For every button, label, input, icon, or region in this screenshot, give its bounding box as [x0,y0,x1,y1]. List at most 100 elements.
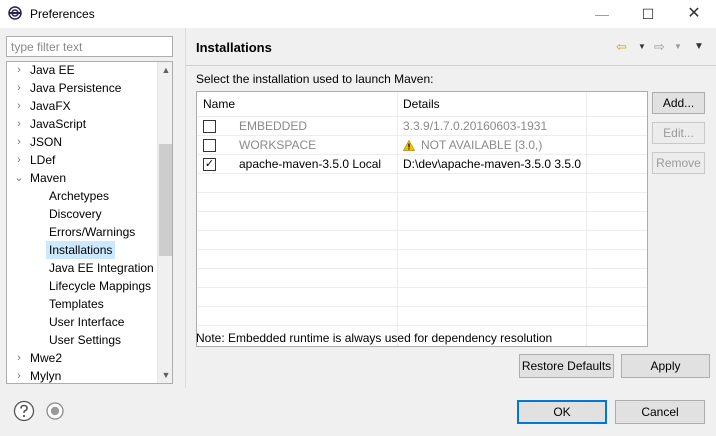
scroll-up-arrow-icon[interactable]: ▲ [158,62,172,78]
table-row[interactable]: EMBEDDED 3.3.9/1.7.0.20160603-1931 [197,117,647,136]
preference-tree-pane: › Java EE › Java Persistence › JavaFX › JavaScr… [0,28,185,388]
note-label: Note: Embedded runtime is always used fo… [196,331,553,345]
tree-item[interactable]: Installations [7,241,155,259]
tree-item[interactable]: User Interface [7,313,155,331]
remove-button[interactable]: Remove [652,152,705,174]
tree-item[interactable]: Lifecycle Mappings [7,277,155,295]
tree-item-label: LDef [30,153,56,167]
table-row[interactable]: ✓ apache-maven-3.5.0 Local D:\dev\apache-m… [197,155,647,174]
back-arrow-icon[interactable]: ⇦ [616,38,627,56]
tree-item[interactable]: › Java Persistence [7,79,155,97]
back-dropdown-icon[interactable]: ▼ [638,38,646,56]
expand-chevron-icon[interactable]: › [14,115,24,133]
row-gridline [197,268,647,269]
tree-item[interactable]: Templates [7,295,155,313]
column-header-name[interactable]: Name [197,92,235,116]
installation-name: WORKSPACE [239,138,317,152]
tree-item-label: JSON [30,135,63,149]
close-button[interactable]: ✕ [676,0,712,28]
preference-tree[interactable]: › Java EE › Java Persistence › JavaFX › JavaScr… [6,61,173,384]
tree-item[interactable]: Discovery [7,205,155,223]
tree-item[interactable]: Errors/Warnings [7,223,155,241]
tree-item[interactable]: ⌄ Maven [7,169,155,187]
tree-item-label: Installations [46,241,116,259]
row-gridline [197,211,647,212]
tree-item-label: Errors/Warnings [49,225,136,239]
tree-item[interactable]: › JavaScript [7,115,155,133]
tree-item-label: Java Persistence [30,81,122,95]
expand-chevron-icon[interactable]: › [14,151,24,169]
maximize-button[interactable]: ☐ [630,0,666,28]
tree-item-label: Discovery [49,207,102,221]
tree-scrollbar[interactable]: ▲ ▼ [157,62,172,383]
column-header-details[interactable]: Details [397,92,440,116]
ok-button[interactable]: OK [517,400,607,424]
tree-item[interactable]: › Mwe2 [7,349,155,367]
view-menu-icon[interactable]: ▼ [694,38,704,56]
title-divider [186,65,716,66]
row-checkbox[interactable]: ✓ [203,158,216,171]
title-bar: Preferences — ☐ ✕ [0,0,716,28]
tree-item[interactable]: › Java EE [7,62,155,79]
installation-details: 3.3.9/1.7.0.20160603-1931 [403,119,548,133]
page-title: Installations [196,40,272,55]
tree-item[interactable]: › Mylyn [7,367,155,383]
tree-item-label: User Settings [49,333,122,347]
expand-chevron-icon[interactable]: › [14,349,24,367]
tree-item[interactable]: User Settings [7,331,155,349]
table-row[interactable]: WORKSPACE NOT AVAILABLE [3.0,) [197,136,647,155]
cancel-button[interactable]: Cancel [615,400,705,424]
instruction-label: Select the installation used to launch M… [196,72,434,86]
filter-input[interactable] [6,36,173,57]
row-gridline [197,230,647,231]
tree-item-label: Archetypes [49,189,110,203]
installation-details: NOT AVAILABLE [3.0,) [421,138,543,152]
forward-arrow-icon[interactable]: ⇨ [654,38,665,56]
installations-table[interactable]: Name Details EMBEDDED 3.3.9/1.7.0.2016060… [196,91,648,347]
tree-item-label: Templates [49,297,104,311]
tree-item[interactable]: › JavaFX [7,97,155,115]
tree-item-label: JavaScript [30,117,87,131]
expand-chevron-icon[interactable]: › [14,97,24,115]
page-navigation: ⇦ ▼ ⇨ ▼ ▼ [616,38,716,56]
row-gridline [197,306,647,307]
row-gridline [197,249,647,250]
collapse-chevron-icon[interactable]: ⌄ [14,169,24,187]
minimize-button[interactable]: — [584,0,620,28]
apply-button[interactable]: Apply [621,354,710,378]
tree-item-label: Lifecycle Mappings [49,279,152,293]
installation-name: EMBEDDED [239,119,308,133]
import-export-icon[interactable] [46,402,64,420]
scroll-thumb[interactable] [159,144,172,256]
tree-item-label: Java EE Integration [49,261,154,275]
tree-item-label: Java EE [30,63,75,77]
expand-chevron-icon[interactable]: › [14,62,24,79]
forward-dropdown-icon[interactable]: ▼ [674,38,682,56]
tree-item-label: User Interface [49,315,125,329]
preference-page: Installations ⇦ ▼ ⇨ ▼ ▼ Select the insta… [186,28,716,388]
tree-item-label: Mwe2 [30,351,63,365]
scroll-down-arrow-icon[interactable]: ▼ [158,367,172,383]
tree-item[interactable]: › JSON [7,133,155,151]
installation-details: D:\dev\apache-maven-3.5.0 3.5.0 [403,157,582,171]
dialog-button-bar: OK Cancel [0,388,716,436]
row-checkbox[interactable] [203,139,216,152]
installation-name: apache-maven-3.5.0 Local [239,157,382,171]
row-gridline [197,325,647,326]
tree-item[interactable]: › LDef [7,151,155,169]
edit-button[interactable]: Edit... [652,122,705,144]
expand-chevron-icon[interactable]: › [14,79,24,97]
row-gridline [197,287,647,288]
row-checkbox[interactable] [203,120,216,133]
tree-item-label: Mylyn [30,369,62,383]
tree-item[interactable]: Java EE Integration [7,259,155,277]
restore-defaults-button[interactable]: Restore Defaults [519,354,614,378]
expand-chevron-icon[interactable]: › [14,133,24,151]
add-button[interactable]: Add... [652,92,705,114]
tree-item[interactable]: Archetypes [7,187,155,205]
row-gridline [197,192,647,193]
expand-chevron-icon[interactable]: › [14,367,24,383]
tree-item-label: Maven [30,171,67,185]
eclipse-icon [8,6,22,20]
help-icon[interactable] [13,400,35,422]
